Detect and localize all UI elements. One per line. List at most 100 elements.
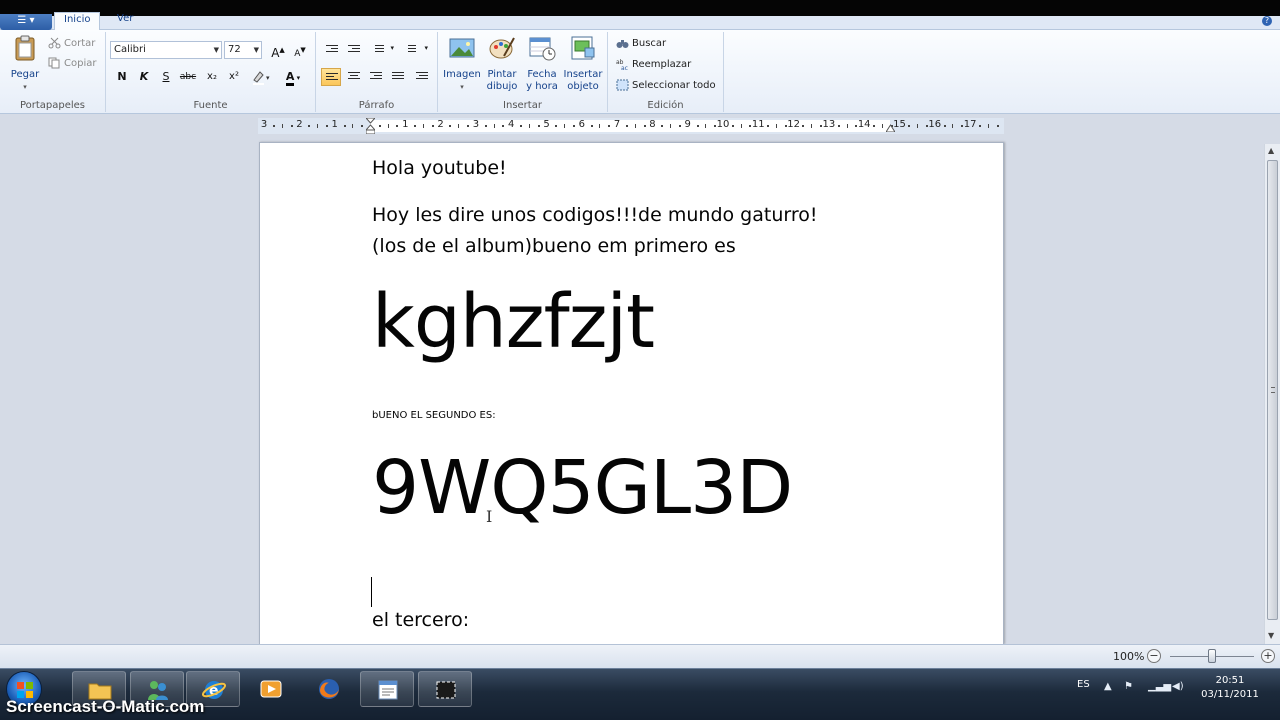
ruler-tick-mark — [281, 124, 283, 128]
tab-inicio[interactable]: Inicio — [54, 12, 101, 30]
action-center-icon[interactable]: ⚑ — [1124, 681, 1133, 692]
ruler-tick-mark — [537, 125, 540, 127]
shrink-font-button[interactable]: A▼ — [290, 41, 310, 59]
zoom-out-button[interactable]: − — [1147, 649, 1161, 663]
insert-object-button[interactable]: Insertar objeto — [562, 34, 604, 93]
editing-group: Buscar ab ac Reemplazar Seleccionar todo E… — [608, 32, 724, 112]
ruler-tick-mark — [520, 125, 523, 127]
copy-label: Copiar — [64, 58, 97, 69]
doc-line-second: bUENO EL SEGUNDO ES: — [372, 410, 496, 421]
insert-image-button[interactable]: Imagen ▾ — [442, 34, 482, 93]
find-button[interactable]: Buscar — [616, 36, 666, 52]
clock[interactable]: 20:51 03/11/2011 — [1200, 674, 1260, 702]
align-center-button[interactable] — [344, 68, 364, 86]
copy-button[interactable]: Copiar — [48, 56, 96, 72]
tab-ver[interactable]: Ver — [108, 12, 142, 30]
ruler-tick-mark — [978, 125, 981, 127]
doc-code-2: 9WQ5GL3D — [372, 445, 793, 531]
zoom-slider-thumb[interactable] — [1208, 649, 1216, 663]
italic-button[interactable]: K — [134, 68, 154, 86]
object-label-line2: objeto — [567, 81, 599, 92]
help-icon[interactable]: ? — [1262, 16, 1272, 26]
windows-logo-icon — [17, 682, 33, 698]
ruler-tick-mark — [625, 125, 628, 127]
ruler-tick-label: 1 — [331, 119, 338, 130]
ruler-tick-mark — [740, 124, 742, 128]
chevron-down-icon: ▼ — [253, 46, 259, 54]
grow-font-button[interactable]: A▲ — [268, 41, 288, 60]
decrease-indent-button[interactable] — [322, 41, 342, 59]
highlight-button[interactable]: ▾ — [248, 68, 274, 86]
ruler-tick-mark — [696, 125, 699, 127]
align-left-button[interactable] — [321, 68, 341, 86]
status-bar: 100% − + — [0, 644, 1280, 668]
cut-button[interactable]: Cortar — [48, 36, 95, 52]
document-page[interactable]: Hola youtube! Hoy les dire unos codigos!… — [259, 142, 1004, 644]
select-all-button[interactable]: Seleccionar todo — [616, 78, 716, 94]
taskbar-wordpad[interactable] — [360, 671, 414, 707]
taskbar-screen-capture[interactable] — [418, 671, 472, 707]
ribbon-tab-strip: ☰ ▾ Inicio Ver ? — [0, 12, 1280, 30]
scroll-thumb[interactable] — [1267, 160, 1278, 620]
strikethrough-button[interactable]: abc — [178, 68, 198, 86]
bold-button[interactable]: N — [112, 68, 132, 86]
screen-capture-icon — [436, 681, 456, 699]
wordpad-icon — [378, 680, 398, 700]
vertical-scrollbar[interactable]: ▲ ▼ — [1264, 144, 1280, 644]
underline-label: S — [162, 70, 170, 83]
font-size-select[interactable]: 72 ▼ — [224, 41, 262, 59]
underline-button[interactable]: S — [156, 68, 176, 86]
align-left-icon — [326, 73, 338, 83]
app-menu-button[interactable]: ☰ ▾ — [0, 14, 52, 30]
font-color-button[interactable]: A ▾ — [278, 68, 308, 86]
zoom-level: 100% — [1113, 650, 1145, 663]
cut-label: Cortar — [64, 38, 96, 49]
ruler-tick-mark — [855, 125, 858, 127]
justify-button[interactable] — [388, 68, 408, 86]
ruler-tick-mark — [643, 125, 646, 127]
zoom-in-button[interactable]: + — [1261, 649, 1275, 663]
find-label: Buscar — [632, 38, 667, 49]
line-spacing-button[interactable]: ▾ — [400, 41, 428, 59]
bullets-button[interactable]: ▾ — [368, 41, 394, 59]
tray-arrow-icon[interactable]: ▲ — [1104, 681, 1112, 692]
font-family-select[interactable]: Calibri ▼ — [110, 41, 222, 59]
ruler-tick-mark — [749, 125, 752, 127]
subscript-button[interactable]: x₂ — [202, 68, 222, 86]
ruler-tick-mark — [731, 125, 734, 127]
ruler[interactable]: 3 2 1 1 2 3 4 5 6 7 8 9 10 11 12 13 14 15 16 17 — [258, 118, 1004, 134]
superscript-button[interactable]: x² — [224, 68, 244, 86]
language-indicator[interactable]: ES — [1077, 679, 1090, 690]
scroll-up-icon[interactable]: ▲ — [1268, 146, 1274, 155]
taskbar-firefox[interactable] — [302, 671, 356, 707]
clipboard-group-label: Portapapeles — [19, 100, 86, 111]
increase-indent-button[interactable] — [344, 41, 364, 59]
network-icon[interactable]: ▁▃▅ — [1148, 681, 1171, 692]
right-indent-marker-icon[interactable] — [886, 124, 895, 132]
ruler-tick-mark — [378, 125, 381, 127]
italic-label: K — [139, 70, 149, 83]
insert-group: Imagen ▾ Pintar dibujo Fecha y hora Inse… — [438, 32, 608, 112]
image-icon — [449, 38, 475, 58]
paste-label: Pegar — [10, 69, 40, 80]
paragraph-settings-button[interactable] — [412, 68, 432, 86]
select-all-icon — [616, 79, 629, 91]
ruler-tick-label: 14 — [857, 119, 871, 130]
paint-drawing-button[interactable]: Pintar dibujo — [482, 34, 522, 93]
palette-icon — [489, 37, 515, 59]
align-right-button[interactable] — [366, 68, 386, 86]
paint-label-line1: Pintar — [487, 69, 517, 80]
date-time-button[interactable]: Fecha y hora — [522, 34, 562, 93]
ruler-tick-mark — [484, 125, 487, 127]
taskbar-media-player[interactable] — [244, 671, 298, 707]
replace-button[interactable]: ab ac Reemplazar — [616, 57, 691, 73]
ruler-tick-mark — [422, 124, 424, 128]
left-indent-marker-icon[interactable] — [366, 118, 375, 134]
ruler-tick-mark — [670, 124, 672, 128]
select-all-label: Seleccionar todo — [632, 80, 716, 91]
scroll-down-icon[interactable]: ▼ — [1268, 631, 1274, 640]
bullet-list-icon — [372, 45, 384, 55]
paste-button[interactable]: Pegar ▾ — [8, 34, 42, 93]
tab-ver-label: Ver — [117, 13, 134, 24]
volume-icon[interactable]: ◀) — [1172, 681, 1184, 692]
